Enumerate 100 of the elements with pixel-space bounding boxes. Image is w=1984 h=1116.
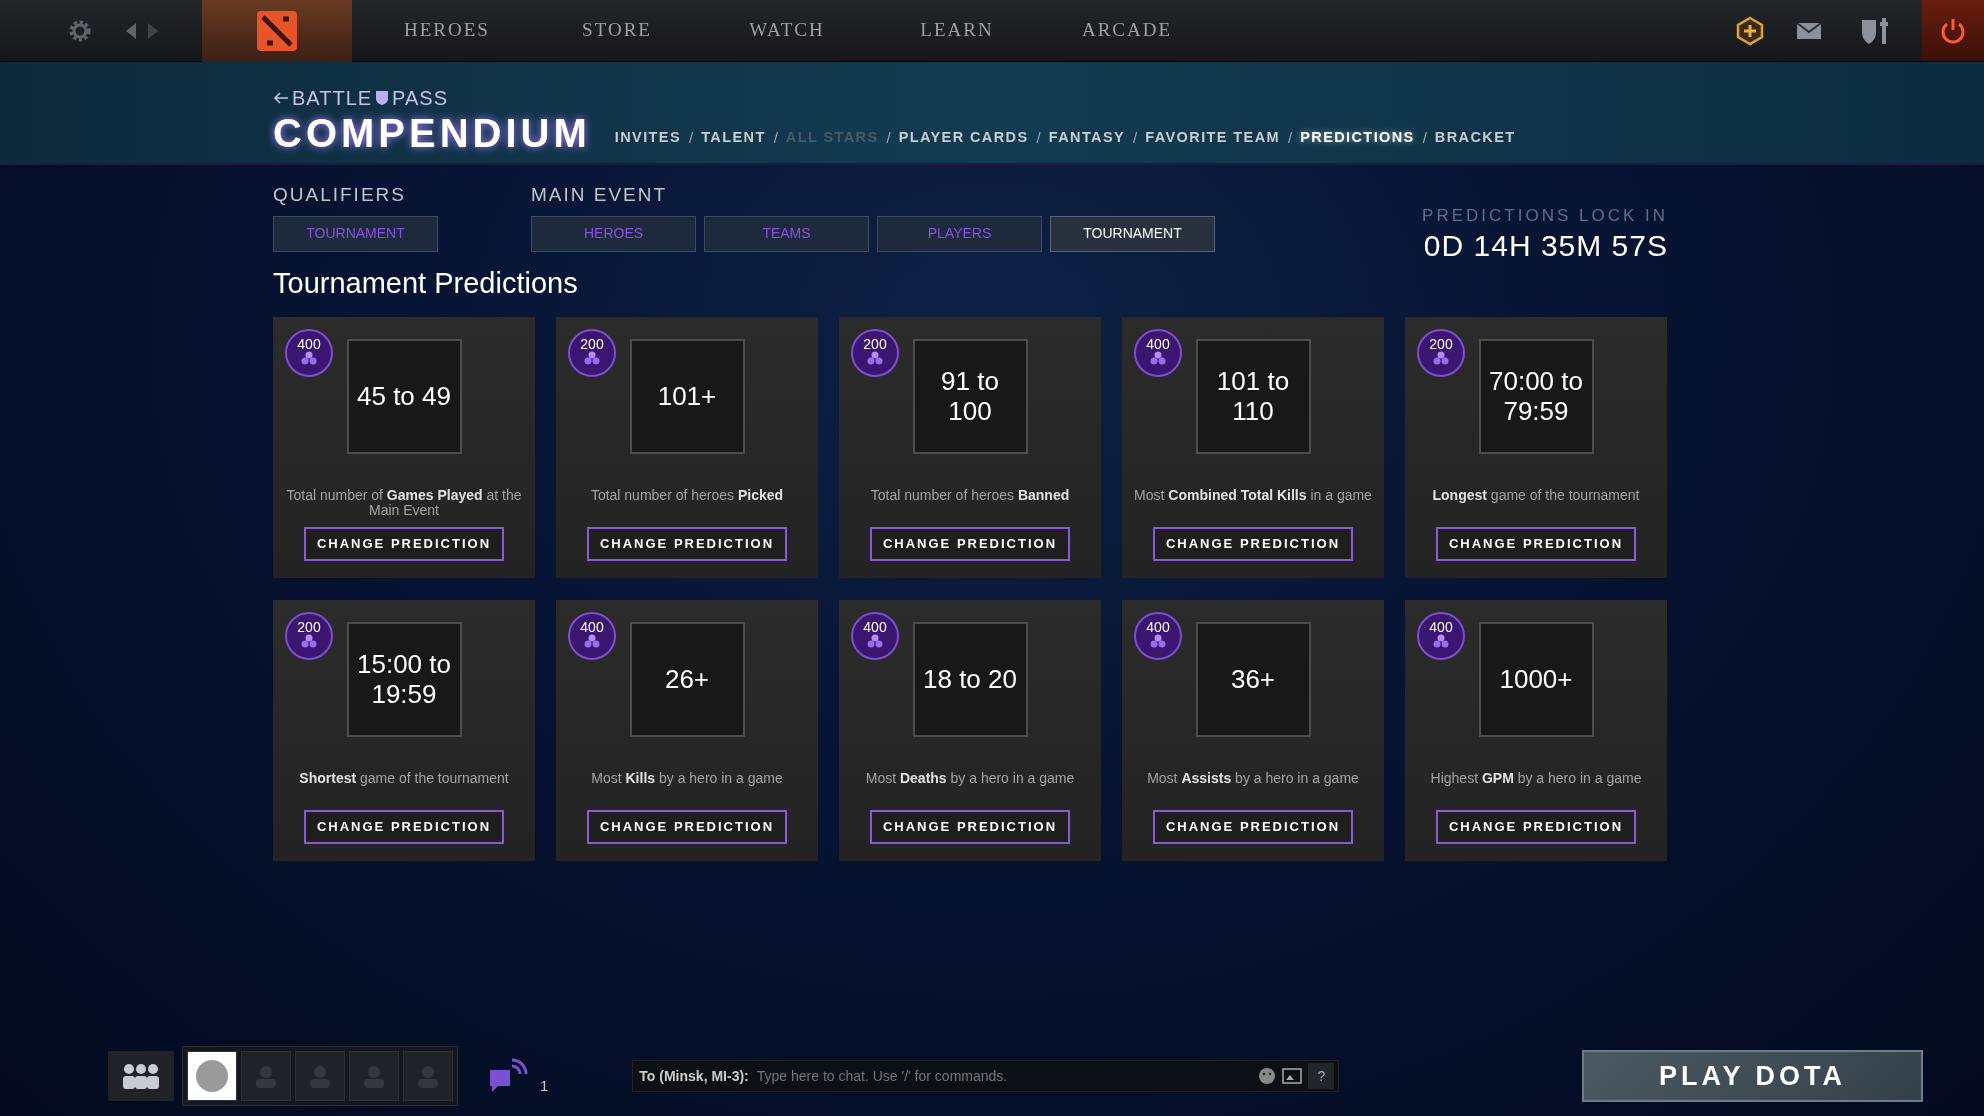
prediction-description: Total number of heroes Banned [869,488,1071,505]
nav-tab[interactable]: HEROES [362,16,532,45]
prediction-value: 101 to 110 [1195,339,1311,454]
change-prediction-button[interactable]: CHANGE PREDICTION [587,810,787,844]
group-title: QUALIFIERS [273,183,407,207]
separator: / [1422,127,1427,148]
points-value: 400 [863,620,887,634]
person-icon [254,1064,278,1088]
points-value: 400 [580,620,604,634]
channel-count: 1 [540,1075,549,1096]
shield-icon [375,90,390,106]
crystals-icon [584,634,600,648]
chat-target-label: To (Minsk, MI-3): [639,1066,749,1086]
help-button[interactable]: ? [1308,1063,1335,1089]
group-title: MAIN EVENT [531,183,669,207]
nav-link[interactable]: FANTASY [1048,126,1126,149]
separator: / [1133,127,1138,148]
prediction-value: 101+ [629,339,745,454]
nav-link[interactable]: FAVORITE TEAM [1145,126,1280,149]
prediction-description: Most Assists by a hero in a game [1146,771,1360,788]
lock-label: PREDICTIONS LOCK IN [1422,205,1668,227]
nav-tab[interactable]: WATCH [702,16,872,45]
prediction-description: Most Kills by a hero in a game [590,771,784,788]
nav-link[interactable]: PREDICTIONS [1300,126,1415,149]
person-icon [308,1064,332,1088]
section-heading: Tournament Predictions [273,265,579,301]
prediction-description: Total number of Games Played at the Main Event [285,488,523,521]
prediction-value: 18 to 20 [912,622,1028,737]
points-value: 400 [1146,620,1170,634]
crystals-icon [1433,634,1449,648]
separator: / [1288,127,1293,148]
play-button[interactable]: PLAY DOTA [1582,1050,1923,1102]
nav-tab[interactable]: STORE [532,16,702,45]
crystals-icon [301,351,317,365]
change-prediction-button[interactable]: CHANGE PREDICTION [870,810,1070,844]
prediction-description: Highest GPM by a hero in a game [1429,771,1643,788]
prediction-value: 91 to 100 [912,339,1028,454]
change-prediction-button[interactable]: CHANGE PREDICTION [304,527,504,561]
plus-icon[interactable] [1736,15,1764,46]
change-prediction-button[interactable]: CHANGE PREDICTION [1436,527,1636,561]
mail-icon[interactable] [1796,21,1822,40]
chat-field[interactable]: To (Minsk, MI-3): Type here to chat. Use '/' for commands. ? [632,1060,1340,1092]
battle-label: BATTLE [292,86,373,111]
compendium-title: COMPENDIUM [273,113,591,153]
separator: / [773,127,778,148]
change-prediction-button[interactable]: CHANGE PREDICTION [1153,527,1353,561]
crystals-icon [1433,351,1449,365]
prediction-value: 70:00 to 79:59 [1478,339,1594,454]
nav-link[interactable]: BRACKET [1434,126,1516,149]
crystals-icon [301,634,317,648]
points-value: 200 [1429,337,1453,351]
back-arrow-icon[interactable] [273,91,289,105]
change-prediction-button[interactable]: CHANGE PREDICTION [870,527,1070,561]
prediction-value: 15:00 to 19:59 [346,622,462,737]
crystals-icon [867,351,883,365]
points-value: 200 [580,337,604,351]
prediction-value: 36+ [1195,622,1311,737]
nav-link[interactable]: TALENT [701,126,766,149]
logo-button[interactable] [202,0,352,62]
crystals-icon [1150,351,1166,365]
prediction-value: 1000+ [1478,622,1594,737]
change-prediction-button[interactable]: CHANGE PREDICTION [1436,810,1636,844]
nav-tab[interactable]: ARCADE [1042,16,1212,45]
change-prediction-button[interactable]: CHANGE PREDICTION [304,810,504,844]
prediction-value: 45 to 49 [346,339,462,454]
power-button[interactable] [1922,0,1984,61]
crystals-icon [1150,634,1166,648]
nav-link[interactable]: INVITES [614,126,681,149]
prediction-description: Longest game of the tournament [1431,488,1641,505]
separator: / [886,127,891,148]
separator: / [689,127,694,148]
separator: / [1036,127,1041,148]
change-prediction-button[interactable]: CHANGE PREDICTION [1153,810,1353,844]
party-slot[interactable] [187,1051,237,1101]
crystals-icon [867,634,883,648]
points-value: 400 [1146,337,1170,351]
screenshot-icon[interactable] [1282,1068,1303,1084]
crystals-icon [584,351,600,365]
points-value: 400 [297,337,321,351]
countdown-timer: 0D 14H 35M 57S [1422,228,1668,262]
group-icon [120,1063,162,1089]
prediction-description: Shortest game of the tournament [298,771,510,788]
tab[interactable]: TOURNAMENT [1050,215,1215,252]
change-prediction-button[interactable]: CHANGE PREDICTION [587,527,787,561]
points-value: 200 [863,337,887,351]
nav-tab[interactable]: LEARN [872,16,1042,45]
prediction-description: Total number of heroes Picked [589,488,785,505]
points-value: 400 [1429,620,1453,634]
points-value: 200 [297,620,321,634]
power-icon [1939,16,1967,45]
party-button[interactable] [108,1051,174,1101]
avatar-icon [194,1058,230,1094]
prediction-value: 26+ [629,622,745,737]
emoji-icon[interactable] [1258,1067,1277,1085]
prediction-description: Most Combined Total Kills in a game [1133,488,1373,505]
person-icon [416,1064,440,1088]
prediction-description: Most Deaths by a hero in a game [864,771,1076,788]
person-icon [362,1064,386,1088]
back-icon[interactable] [124,20,138,41]
nav-link[interactable]: PLAYER CARDS [898,126,1029,149]
